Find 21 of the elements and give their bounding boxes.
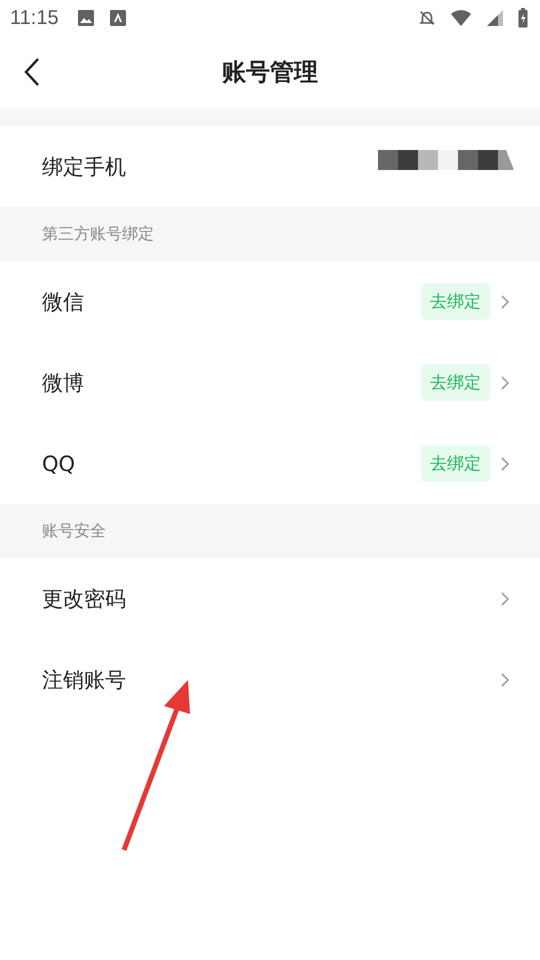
battery-icon	[518, 8, 528, 28]
row-label: QQ	[42, 452, 76, 476]
chevron-icon	[500, 590, 510, 606]
bell-off-icon	[418, 9, 436, 27]
section-title: 第三方账号绑定	[42, 224, 154, 244]
chevron-icon	[500, 374, 510, 390]
chevron-icon	[500, 672, 510, 688]
row-label: 微信	[42, 288, 84, 316]
image-icon	[76, 9, 95, 27]
section-title: 账号安全	[42, 520, 106, 542]
page-title: 账号管理	[222, 57, 318, 88]
wifi-icon	[450, 9, 472, 27]
chevron-icon	[500, 456, 510, 472]
signal-icon	[486, 9, 504, 27]
app-icon	[108, 9, 127, 27]
status-time: 11:15	[10, 6, 59, 30]
chevron-icon	[500, 294, 510, 310]
row-label: 绑定手机	[42, 154, 126, 180]
row-label: 注销账号	[42, 666, 126, 694]
row-label: 微博	[42, 370, 84, 396]
row-label: 更改密码	[42, 586, 126, 612]
